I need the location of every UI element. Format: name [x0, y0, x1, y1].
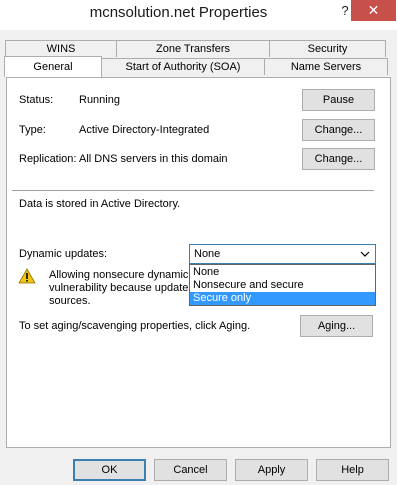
option-secure-only[interactable]: Secure only: [190, 292, 375, 305]
replication-change-button[interactable]: Change...: [302, 148, 375, 170]
warning-line-2: vulnerability because updates: [49, 282, 194, 294]
separator: [12, 190, 374, 191]
data-stored-text: Data is stored in Active Directory.: [19, 198, 181, 210]
dynamic-updates-select[interactable]: None: [189, 244, 376, 264]
tab-general[interactable]: General: [4, 56, 102, 77]
status-label: Status:: [19, 94, 54, 106]
aging-text: To set aging/scavenging properties, clic…: [19, 320, 251, 332]
dynamic-updates-label: Dynamic updates:: [19, 248, 108, 260]
aging-button[interactable]: Aging...: [300, 315, 373, 337]
apply-button[interactable]: Apply: [235, 459, 308, 481]
type-value: Active Directory-Integrated: [79, 124, 210, 136]
replication-label: Replication:: [19, 153, 77, 165]
status-value: Running: [79, 94, 120, 106]
dynamic-updates-current: None: [194, 248, 221, 260]
tab-name-servers[interactable]: Name Servers: [264, 58, 388, 75]
tab-zone-transfers[interactable]: Zone Transfers: [116, 40, 270, 57]
type-label: Type:: [19, 124, 46, 136]
chevron-down-icon[interactable]: [358, 246, 372, 262]
help-button[interactable]: Help: [316, 459, 389, 481]
close-button[interactable]: ✕: [351, 0, 396, 21]
title-bar: mcnsolution.net Properties ? ✕: [0, 0, 397, 30]
warning-line-1: Allowing nonsecure dynamic u: [49, 269, 198, 281]
ok-button[interactable]: OK: [73, 459, 146, 481]
window-title: mcnsolution.net Properties: [89, 4, 268, 21]
cancel-button[interactable]: Cancel: [154, 459, 227, 481]
tab-wins[interactable]: WINS: [5, 40, 117, 57]
pause-button[interactable]: Pause: [302, 89, 375, 111]
option-none[interactable]: None: [190, 266, 375, 279]
tab-start-of-authority[interactable]: Start of Authority (SOA): [101, 58, 265, 75]
option-nonsecure-and-secure[interactable]: Nonsecure and secure: [190, 279, 375, 292]
dynamic-updates-dropdown: None Nonsecure and secure Secure only: [189, 264, 376, 306]
warning-icon: [18, 268, 36, 284]
warning-line-3: sources.: [49, 295, 91, 307]
type-change-button[interactable]: Change...: [302, 119, 375, 141]
replication-value: All DNS servers in this domain: [79, 153, 228, 165]
tab-security[interactable]: Security: [269, 40, 386, 57]
